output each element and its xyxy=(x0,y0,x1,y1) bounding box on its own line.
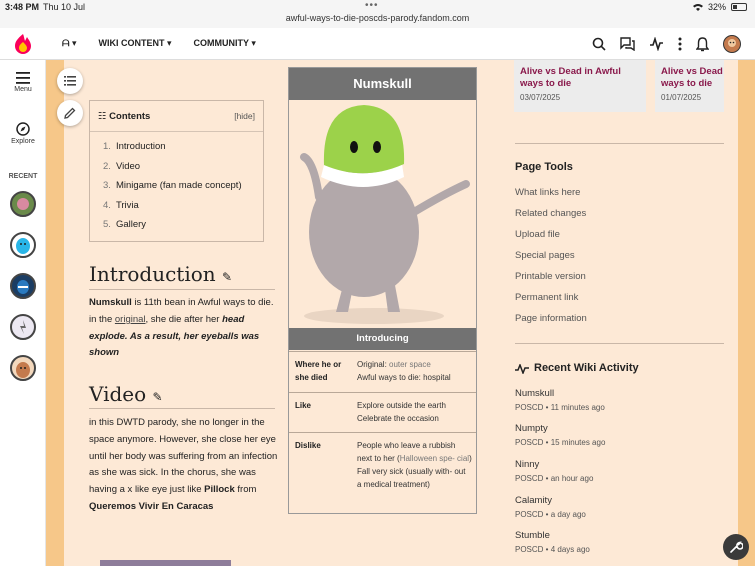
edit-section-pencil-icon[interactable]: ✎ xyxy=(153,390,163,404)
activity-item-title[interactable]: Numskull xyxy=(515,388,554,399)
character-infobox: Numskull Introducing Where he or she die… xyxy=(288,67,477,514)
status-time: 3:48 PM xyxy=(5,2,40,12)
toc-item[interactable]: 5. Gallery xyxy=(103,219,242,239)
video-paragraph: in this DWTD parody, she no longer in th… xyxy=(89,417,278,512)
toc-item[interactable]: 2. Video xyxy=(103,161,242,181)
recent-wiki-avatar[interactable] xyxy=(10,191,36,217)
toc-item[interactable]: 3. Minigame (fan made concept) xyxy=(103,180,242,200)
topbar-icons xyxy=(592,35,741,53)
numskull-character-image[interactable] xyxy=(294,102,472,326)
status-right: 32% xyxy=(692,2,747,12)
toc-title: ☷ Contents xyxy=(98,111,151,122)
activity-item-meta: POSCD • 11 minutes ago xyxy=(515,403,605,412)
page-tool-link[interactable]: What links here xyxy=(515,187,580,198)
hamburger-icon xyxy=(16,72,30,84)
page-tool-link[interactable]: Special pages xyxy=(515,250,575,261)
left-sidebar: Menu Explore RECENT xyxy=(0,60,46,566)
wiki-home-icon[interactable]: ᗩ ▾ xyxy=(62,38,77,49)
status-date: Thu 10 Jul xyxy=(43,2,86,12)
infobox-row-dislike: Dislike People who leave a rubbish next … xyxy=(289,432,476,512)
activity-item-meta: POSCD • an hour ago xyxy=(515,474,594,483)
search-icon[interactable] xyxy=(592,37,606,51)
related-page-card[interactable]: Alive vs Dead ways to die 01/07/2025 xyxy=(655,60,724,112)
fandom-logo-icon[interactable] xyxy=(13,33,33,55)
toc-hide-link[interactable]: [hide] xyxy=(234,111,255,121)
toc-item[interactable]: 4. Trivia xyxy=(103,200,242,220)
page-tool-link[interactable]: Upload file xyxy=(515,229,560,240)
toc-list: 1. Introduction 2. Video 3. Minigame (fan m… xyxy=(103,141,242,239)
wrench-icon xyxy=(730,541,743,553)
pencil-icon xyxy=(64,107,76,119)
status-bar: 3:48 PM Thu 10 Jul ••• awful-ways-to-die… xyxy=(0,0,755,28)
page-tool-link[interactable]: Page information xyxy=(515,313,587,324)
related-page-card[interactable]: Alive vs Dead in Awful ways to die 03/07… xyxy=(514,60,646,112)
page-tool-link[interactable]: Related changes xyxy=(515,208,586,219)
activity-item-title[interactable]: Ninny xyxy=(515,459,539,470)
tools-button[interactable] xyxy=(723,534,749,560)
activity-item-meta: POSCD • 15 minutes ago xyxy=(515,438,606,447)
activity-item-title[interactable]: Stumble xyxy=(515,530,550,541)
discussions-icon[interactable] xyxy=(620,37,635,51)
recent-label: RECENT xyxy=(8,173,38,180)
activity-item-meta: POSCD • 4 days ago xyxy=(515,545,590,554)
explore-button[interactable]: Explore xyxy=(0,122,46,145)
activity-item-meta: POSCD • a day ago xyxy=(515,510,586,519)
infobox-title: Numskull xyxy=(289,68,476,100)
table-of-contents: ☷ Contents [hide] 1. Introduction 2. Video… xyxy=(89,100,264,242)
battery-icon xyxy=(731,3,747,11)
nav-community[interactable]: COMMUNITY ▾ xyxy=(194,38,256,49)
notifications-bell-icon[interactable] xyxy=(696,36,709,52)
list-icon xyxy=(64,76,76,86)
infobox-row-like: Like Explore outside the earth Celebrate … xyxy=(289,392,476,432)
user-avatar[interactable] xyxy=(723,35,741,53)
recent-wiki-avatar[interactable] xyxy=(10,273,36,299)
toc-toggle-button[interactable] xyxy=(57,68,83,94)
menu-label: Menu xyxy=(14,86,32,93)
section-heading-video: Video ✎ xyxy=(89,382,163,406)
nav-wiki-content[interactable]: WIKI CONTENT ▾ xyxy=(99,38,172,49)
page-tools-heading: Page Tools xyxy=(515,161,573,173)
battery-percent: 32% xyxy=(707,2,726,12)
recent-wiki-avatar[interactable] xyxy=(10,314,36,340)
page-tool-link[interactable]: Printable version xyxy=(515,271,586,282)
nav-menu: ᗩ ▾ WIKI CONTENT ▾ COMMUNITY ▾ xyxy=(62,38,256,49)
edit-section-pencil-icon[interactable]: ✎ xyxy=(222,270,232,284)
infobox-subheader: Introducing xyxy=(289,328,476,350)
recent-wiki-avatar[interactable] xyxy=(10,232,36,258)
page-tool-link[interactable]: Permanent link xyxy=(515,292,578,303)
activity-item-title[interactable]: Numpty xyxy=(515,423,548,434)
more-options-icon[interactable] xyxy=(678,37,682,51)
url-bar[interactable]: awful-ways-to-die-poscds-parody.fandom.c… xyxy=(0,13,755,23)
explore-label: Explore xyxy=(11,138,35,145)
activity-icon[interactable] xyxy=(649,37,664,51)
original-link[interactable]: original xyxy=(115,314,146,325)
recent-wiki-avatar[interactable] xyxy=(10,355,36,381)
section-heading-introduction: Introduction ✎ xyxy=(89,262,233,286)
menu-button[interactable]: Menu xyxy=(0,72,46,93)
wifi-icon xyxy=(692,4,703,11)
infobox-row-died: Where he or she died Original: outer spa… xyxy=(289,351,476,391)
activity-icon xyxy=(515,364,529,374)
edit-page-button[interactable] xyxy=(57,100,83,126)
multitask-dots[interactable]: ••• xyxy=(365,0,379,11)
top-navigation: ᗩ ▾ WIKI CONTENT ▾ COMMUNITY ▾ xyxy=(0,28,755,60)
introduction-paragraph: Numskull is 11th bean in Awful ways to d… xyxy=(89,297,274,359)
recent-activity-heading: Recent Wiki Activity xyxy=(534,362,639,374)
compass-icon xyxy=(16,122,30,136)
gallery-thumbnail[interactable] xyxy=(100,560,231,566)
toc-item[interactable]: 1. Introduction xyxy=(103,141,242,161)
activity-item-title[interactable]: Calamity xyxy=(515,495,552,506)
